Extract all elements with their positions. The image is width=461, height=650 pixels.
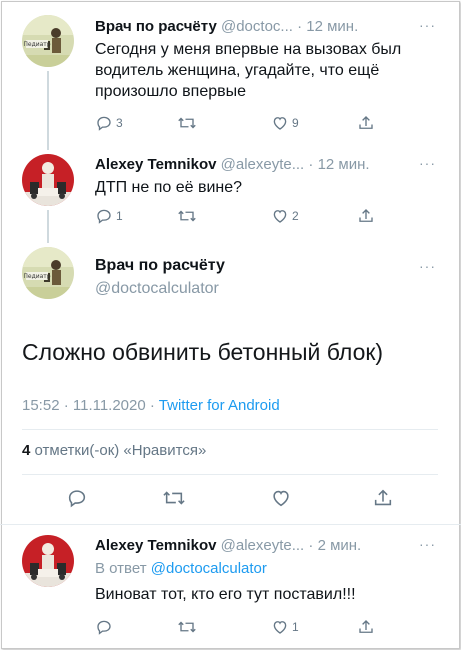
main-tweet-text: Сложно обвинить бетонный блок): [22, 339, 384, 365]
share-icon: [359, 620, 373, 633]
tweet1-actions: 3 9: [95, 114, 395, 136]
thread-connector: [47, 71, 49, 150]
avatar-doctor[interactable]: Педиатр: [22, 15, 74, 67]
reply-button[interactable]: 1: [95, 207, 123, 225]
author-handle[interactable]: @doctoc...: [221, 18, 293, 35]
heart-icon: [273, 490, 289, 507]
heart-icon: [273, 621, 287, 634]
main-author-handle[interactable]: @doctocalculator: [95, 280, 219, 298]
divider: [0, 524, 461, 525]
more-options-icon[interactable]: ···: [419, 17, 436, 33]
svg-text:Педиатр: Педиатр: [23, 273, 50, 280]
like-button[interactable]: 9: [271, 114, 299, 132]
tweet1-text: Сегодня у меня впервые на вызовах был во…: [95, 41, 402, 100]
heart-icon: [273, 210, 287, 223]
reply-to-handle-link[interactable]: @doctocalculator: [151, 560, 267, 577]
retweet-button[interactable]: [177, 618, 200, 636]
avatar-doctor-main[interactable]: Педиатр: [22, 247, 74, 299]
retweet-icon: [178, 117, 196, 129]
retweet-icon: [178, 621, 196, 633]
tweet-time[interactable]: · 2 мин.: [308, 537, 361, 554]
author-name[interactable]: Alexey Temnikov: [95, 156, 216, 173]
author-handle[interactable]: @alexeyte...: [221, 537, 305, 554]
tweet-source-link[interactable]: Twitter for Android: [159, 397, 280, 414]
main-author-name[interactable]: Врач по расчёту: [95, 257, 225, 275]
share-button[interactable]: [372, 487, 394, 509]
reply-icon: [97, 116, 111, 131]
divider: [22, 429, 438, 430]
divider: [22, 474, 438, 475]
share-icon: [374, 489, 392, 506]
share-button[interactable]: [357, 114, 375, 132]
retweet-button[interactable]: [177, 114, 200, 132]
tweet2-text: ДТП не по её вине?: [95, 179, 243, 196]
tweet3-actions: 1: [95, 618, 395, 640]
reply-button[interactable]: 3: [95, 114, 123, 132]
avatar-alexey[interactable]: [22, 154, 74, 206]
author-name[interactable]: Alexey Temnikov: [95, 537, 216, 554]
like-button[interactable]: 2: [271, 207, 299, 225]
heart-icon: [273, 117, 287, 130]
more-options-icon[interactable]: ···: [419, 155, 436, 171]
tweet1-header: Врач по расчёту @doctoc... · 12 мин.: [95, 18, 358, 35]
retweet-button[interactable]: [162, 487, 186, 509]
reply-icon: [68, 490, 86, 508]
thread-connector-2: [47, 210, 49, 243]
more-options-icon[interactable]: ···: [419, 258, 436, 274]
reply-icon: [97, 209, 111, 224]
tweet-time[interactable]: · 12 мин.: [308, 156, 369, 173]
author-name[interactable]: Врач по расчёту: [95, 18, 217, 35]
like-button[interactable]: [270, 487, 292, 509]
retweet-icon: [163, 491, 185, 505]
reply-button[interactable]: [95, 618, 116, 636]
avatar-alexey-reply[interactable]: [22, 535, 74, 587]
likes-count-link[interactable]: 4 отметки(-ок) «Нравится»: [22, 442, 206, 459]
more-options-icon[interactable]: ···: [419, 536, 436, 552]
reply-to-line: В ответ @doctocalculator: [95, 560, 267, 577]
retweet-icon: [178, 210, 196, 222]
like-button[interactable]: 1: [271, 618, 299, 636]
tweet-time[interactable]: · 12 мин.: [297, 18, 358, 35]
share-button[interactable]: [357, 618, 375, 636]
tweet2-header: Alexey Temnikov @alexeyte... · 12 мин.: [95, 156, 370, 173]
reply-icon: [97, 620, 111, 635]
share-button[interactable]: [357, 207, 375, 225]
tweet2-actions: 1 2: [95, 207, 395, 229]
share-icon: [359, 209, 373, 222]
author-handle[interactable]: @alexeyte...: [221, 156, 305, 173]
tweet3-header: Alexey Temnikov @alexeyte... · 2 мин.: [95, 537, 361, 554]
main-tweet-actions: [22, 487, 438, 513]
tweet3-text: Виноват тот, кто его тут поставил!!!: [95, 586, 356, 603]
share-icon: [359, 116, 373, 129]
retweet-button[interactable]: [177, 207, 200, 225]
svg-text:Педиатр: Педиатр: [23, 41, 50, 48]
reply-button[interactable]: [66, 487, 88, 509]
tweet-meta: 15:52 · 11.11.2020 · Twitter for Android: [22, 397, 280, 414]
tweet-timestamp[interactable]: 15:52 · 11.11.2020 ·: [22, 397, 159, 414]
